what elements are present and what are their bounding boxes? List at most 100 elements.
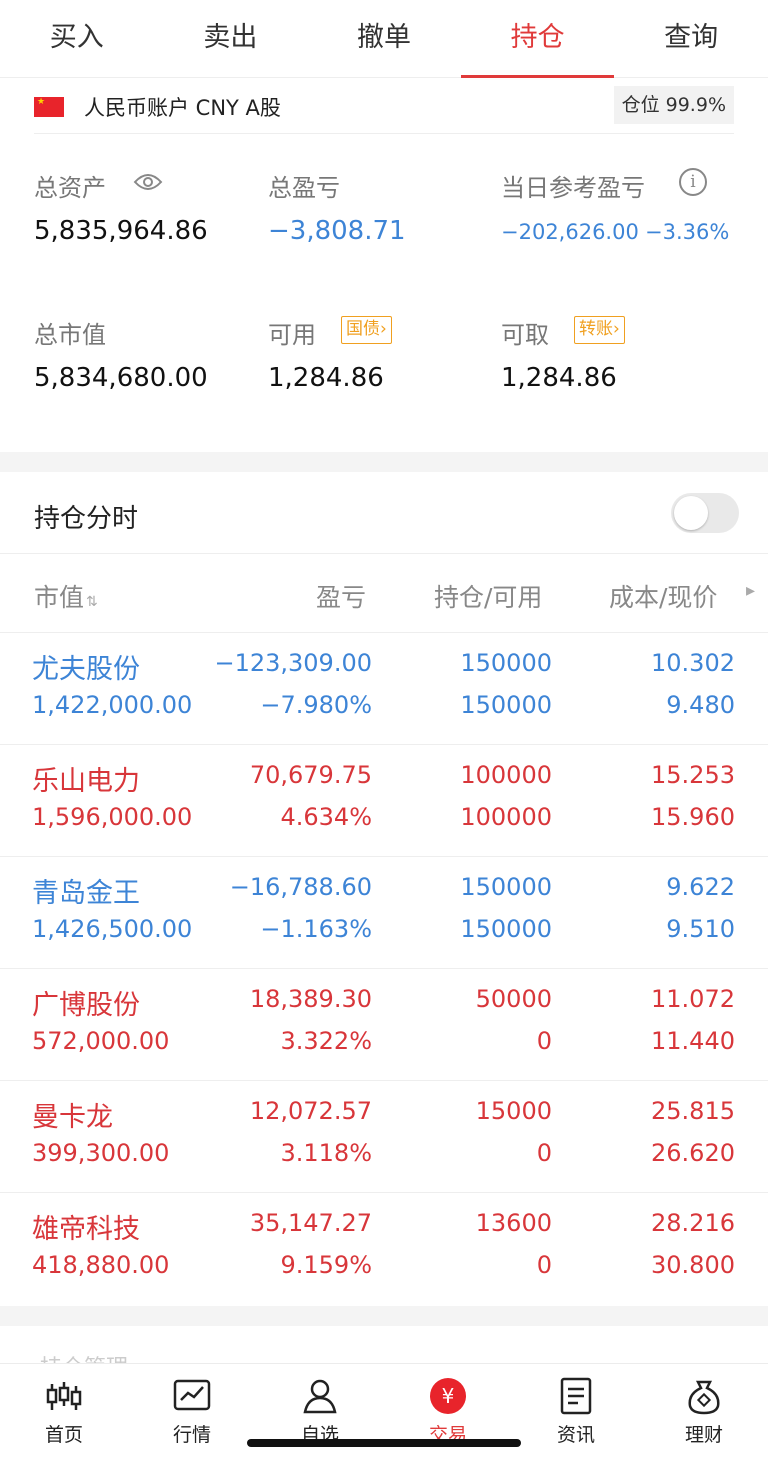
available-cell: 150000 <box>460 915 552 943</box>
nav-wealth-label: 理财 <box>684 1424 723 1446</box>
nav-home[interactable]: 首页 <box>0 1364 128 1461</box>
cost-cell: 10.302 <box>651 649 735 677</box>
svg-text:¥: ¥ <box>442 1384 455 1408</box>
transfer-chip-label: 转账 <box>579 319 613 339</box>
price-cell: 26.620 <box>651 1139 735 1167</box>
price-cell: 9.510 <box>666 915 735 943</box>
pl-cell: −16,788.60 <box>229 873 372 901</box>
market-value-cell: 1,596,000.00 <box>32 803 193 831</box>
pl-percent-cell: 3.118% <box>280 1139 372 1167</box>
trade-tabs: 买入 卖出 撤单 持仓 查询 <box>0 0 768 78</box>
column-market-value-label: 市值 <box>34 583 85 612</box>
candlestick-icon <box>46 1382 82 1410</box>
table-row[interactable]: 曼卡龙 399,300.00 12,072.57 3.118% 15000 0 25.815… <box>0 1081 768 1193</box>
yuan-icon: ¥ <box>430 1378 466 1414</box>
cost-cell: 15.253 <box>651 761 735 789</box>
name: 曼卡龙 <box>32 1102 113 1133</box>
section-gap <box>0 452 768 472</box>
name: 青岛金王 <box>32 878 140 909</box>
home-indicator[interactable] <box>247 1439 521 1447</box>
holding-cell: 150000 <box>460 873 552 901</box>
pl-percent-cell: 9.159% <box>280 1251 372 1279</box>
price-cell: 15.960 <box>651 803 735 831</box>
tab-cancel-order[interactable]: 撤单 <box>307 0 461 77</box>
transfer-button[interactable]: 转账› <box>574 316 625 344</box>
tab-positions[interactable]: 持仓 <box>460 0 615 78</box>
available-cell: 100000 <box>460 803 552 831</box>
nav-home-label: 首页 <box>44 1424 83 1446</box>
tab-sell[interactable]: 卖出 <box>154 0 308 77</box>
withdrawable-value: 1,284.86 <box>501 363 617 393</box>
market-value-label: 总市值 <box>34 321 106 349</box>
market-value-cell: 1,426,500.00 <box>32 915 193 943</box>
price-cell: 30.800 <box>651 1251 735 1279</box>
market-value-cell: 1,422,000.00 <box>32 691 193 719</box>
available-cell: 0 <box>536 1139 552 1167</box>
available-value: 1,284.86 <box>268 363 384 393</box>
name: 雄帝科技 <box>32 1214 140 1245</box>
pl-percent-cell: −1.163% <box>260 915 372 943</box>
nav-news[interactable]: 资讯 <box>512 1364 640 1461</box>
china-flag-icon <box>34 97 64 117</box>
bond-chip-label: 国债 <box>346 319 380 339</box>
table-row[interactable]: 广博股份 572,000.00 18,389.30 3.322% 50000 0 11.07… <box>0 969 768 1081</box>
tab-buy[interactable]: 买入 <box>0 0 154 77</box>
column-pl[interactable]: 盈亏 <box>316 578 366 614</box>
table-row[interactable]: 青岛金王 1,426,500.00 −16,788.60 −1.163% 150000 1… <box>0 857 768 969</box>
name: 乐山电力 <box>32 766 140 797</box>
pl-cell: 70,679.75 <box>249 761 372 789</box>
table-row[interactable]: 雄帝科技 418,880.00 35,147.27 9.159% 13600 0 28.21… <box>0 1193 768 1305</box>
available-cell: 0 <box>536 1027 552 1055</box>
cost-cell: 28.216 <box>651 1209 735 1237</box>
price-cell: 9.480 <box>666 691 735 719</box>
market-value: 5,834,680.00 <box>34 363 208 393</box>
cost-cell: 11.072 <box>651 985 735 1013</box>
nav-market-label: 行情 <box>172 1424 211 1446</box>
holding-cell: 150000 <box>460 649 552 677</box>
daily-pl-label: 当日参考盈亏 <box>501 174 645 202</box>
account-name: 人民币账户 CNY A股 <box>84 96 281 120</box>
document-icon <box>560 1377 592 1415</box>
table-row[interactable]: 尤夫股份 1,422,000.00 −123,309.00 −7.980% 150000… <box>0 633 768 745</box>
total-assets-value: 5,835,964.86 <box>34 216 208 246</box>
divider <box>34 133 734 134</box>
column-holding-available[interactable]: 持仓/可用 <box>434 578 542 614</box>
eye-icon[interactable] <box>133 171 163 193</box>
market-value-cell: 399,300.00 <box>32 1139 170 1167</box>
holding-cell: 13600 <box>475 1209 552 1237</box>
holding-cell: 100000 <box>460 761 552 789</box>
pl-cell: 18,389.30 <box>249 985 372 1013</box>
pl-percent-cell: 3.322% <box>280 1027 372 1055</box>
cost-cell: 9.622 <box>666 873 735 901</box>
column-cost-price[interactable]: 成本/现价 <box>609 578 717 614</box>
divider <box>0 553 768 554</box>
available-cell: 150000 <box>460 691 552 719</box>
pl-percent-cell: −7.980% <box>260 691 372 719</box>
nav-market[interactable]: 行情 <box>128 1364 256 1461</box>
price-cell: 11.440 <box>651 1027 735 1055</box>
realtime-toggle[interactable] <box>671 493 739 533</box>
pl-cell: −123,309.00 <box>214 649 372 677</box>
person-icon <box>303 1379 337 1414</box>
table-row[interactable]: 乐山电力 1,596,000.00 70,679.75 4.634% 100000 100… <box>0 745 768 857</box>
sort-icon: ⇅ <box>86 594 98 610</box>
scroll-right-icon[interactable]: ▸ <box>746 580 755 601</box>
market-value-cell: 418,880.00 <box>32 1251 170 1279</box>
total-pl-value: −3,808.71 <box>268 216 406 246</box>
holding-cell: 50000 <box>475 985 552 1013</box>
nav-wealth[interactable]: 理财 <box>640 1364 768 1461</box>
bond-button[interactable]: 国债› <box>341 316 392 344</box>
market-value-cell: 572,000.00 <box>32 1027 170 1055</box>
total-assets-label: 总资产 <box>34 174 106 202</box>
section-gap <box>0 1306 768 1326</box>
name: 广博股份 <box>32 990 140 1021</box>
available-label: 可用 <box>268 321 316 349</box>
tab-query[interactable]: 查询 <box>614 0 768 77</box>
account-row[interactable]: 人民币账户 CNY A股 仓位 99.9% <box>0 80 768 134</box>
cost-cell: 25.815 <box>651 1097 735 1125</box>
info-icon[interactable]: i <box>679 168 707 196</box>
column-market-value[interactable]: 市值 ⇅ <box>34 578 98 614</box>
money-bag-icon <box>688 1380 720 1415</box>
realtime-positions-label: 持仓分时 <box>34 504 139 534</box>
chart-icon <box>173 1379 211 1411</box>
